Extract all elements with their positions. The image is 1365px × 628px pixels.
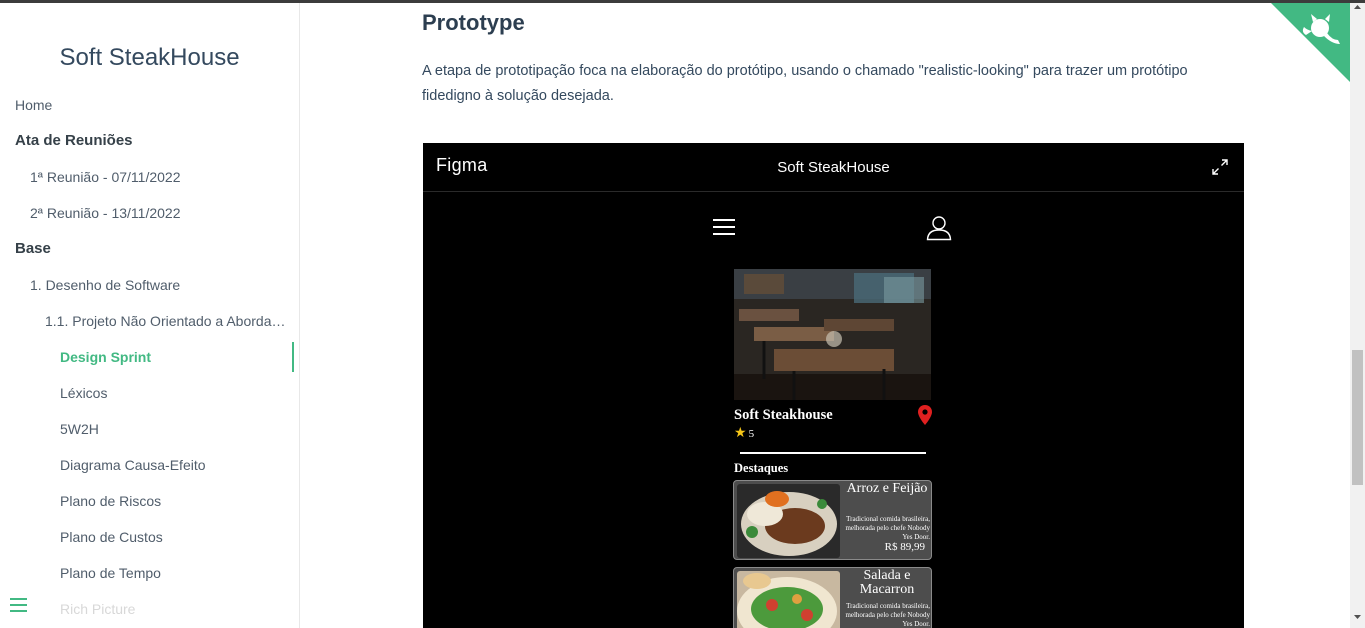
- scroll-down-icon[interactable]: [1350, 612, 1365, 622]
- dish-description: Tradicional comida brasileira, melhorada…: [845, 515, 930, 541]
- prototype-screen[interactable]: Soft Steakhouse ★ 5 Destaques Arroz e Fe…: [423, 193, 1244, 628]
- sidebar-item-label: Design Sprint: [60, 349, 152, 365]
- scroll-up-icon[interactable]: [1350, 2, 1365, 12]
- dish-description: Tradicional comida brasileira, melhorada…: [845, 602, 930, 628]
- sidebar-item-lexicos[interactable]: Léxicos: [0, 375, 299, 411]
- sidebar-item-plano-de-custos[interactable]: Plano de Custos: [0, 519, 299, 555]
- sidebar-item-design-sprint[interactable]: Design Sprint: [0, 339, 299, 375]
- app-name[interactable]: Soft SteakHouse: [0, 44, 299, 72]
- github-corner-icon[interactable]: [1268, 0, 1350, 82]
- user-icon[interactable]: [926, 215, 952, 241]
- rating-value: 5: [748, 428, 755, 440]
- sidebar-item-reuniao-1[interactable]: 1ª Reunião - 07/11/2022: [0, 159, 299, 195]
- dish-price: R$ 89,99: [884, 541, 925, 553]
- sidebar: Soft SteakHouse Home Ata de Reuniões 1ª …: [0, 0, 300, 628]
- divider: [740, 452, 926, 454]
- figma-embed[interactable]: Figma Soft SteakHouse Soft Steakhouse ★ …: [423, 143, 1244, 628]
- rating: ★ 5: [734, 425, 754, 442]
- sidebar-item-plano-de-riscos[interactable]: Plano de Riscos: [0, 483, 299, 519]
- dish-title: Salada e Macarron: [859, 568, 915, 597]
- dish-image: [737, 571, 840, 628]
- scrollbar-thumb[interactable]: [1352, 350, 1363, 485]
- active-indicator: [292, 342, 294, 372]
- dish-image: [737, 484, 840, 558]
- dish-title: Arroz e Feijão: [846, 481, 928, 496]
- sidebar-item-plano-de-tempo[interactable]: Plano de Tempo: [0, 555, 299, 591]
- embed-header: Figma Soft SteakHouse: [423, 143, 1244, 192]
- sidebar-item-desenho-de-software[interactable]: 1. Desenho de Software: [0, 267, 299, 303]
- main-content: Prototype A etapa de prototipação foca n…: [300, 0, 1350, 628]
- intro-paragraph: A etapa de prototipação foca na elaboraç…: [422, 63, 1188, 104]
- dish-card[interactable]: Salada e Macarron Tradicional comida bra…: [733, 567, 932, 628]
- hamburger-icon[interactable]: [713, 219, 735, 237]
- sidebar-item-base[interactable]: Base: [0, 231, 299, 267]
- dish-card[interactable]: Arroz e Feijão Tradicional comida brasil…: [733, 480, 932, 560]
- top-border: [0, 0, 1365, 3]
- star-icon: ★: [734, 426, 747, 441]
- expand-icon[interactable]: [1212, 159, 1228, 175]
- page-scrollbar[interactable]: [1350, 0, 1365, 628]
- sidebar-item-home[interactable]: Home: [0, 87, 299, 123]
- sidebar-item-projeto-nao-orientado[interactable]: 1.1. Projeto Não Orientado a Abordagens.…: [0, 303, 299, 339]
- restaurant-name: Soft Steakhouse: [734, 407, 833, 423]
- page-heading: Prototype: [422, 10, 525, 35]
- section-title: Destaques: [734, 461, 789, 475]
- sidebar-item-5w2h[interactable]: 5W2H: [0, 411, 299, 447]
- sidebar-item-ata-de-reunioes[interactable]: Ata de Reuniões: [0, 123, 299, 159]
- sidebar-item-reuniao-2[interactable]: 2ª Reunião - 13/11/2022: [0, 195, 299, 231]
- sidebar-item-rich-picture[interactable]: Rich Picture: [0, 591, 299, 627]
- menu-icon[interactable]: [10, 598, 27, 614]
- restaurant-photo: [734, 269, 931, 400]
- location-pin-icon[interactable]: [918, 405, 932, 425]
- embed-title: Soft SteakHouse: [777, 159, 890, 176]
- sidebar-item-diagrama-causa-efeito[interactable]: Diagrama Causa-Efeito: [0, 447, 299, 483]
